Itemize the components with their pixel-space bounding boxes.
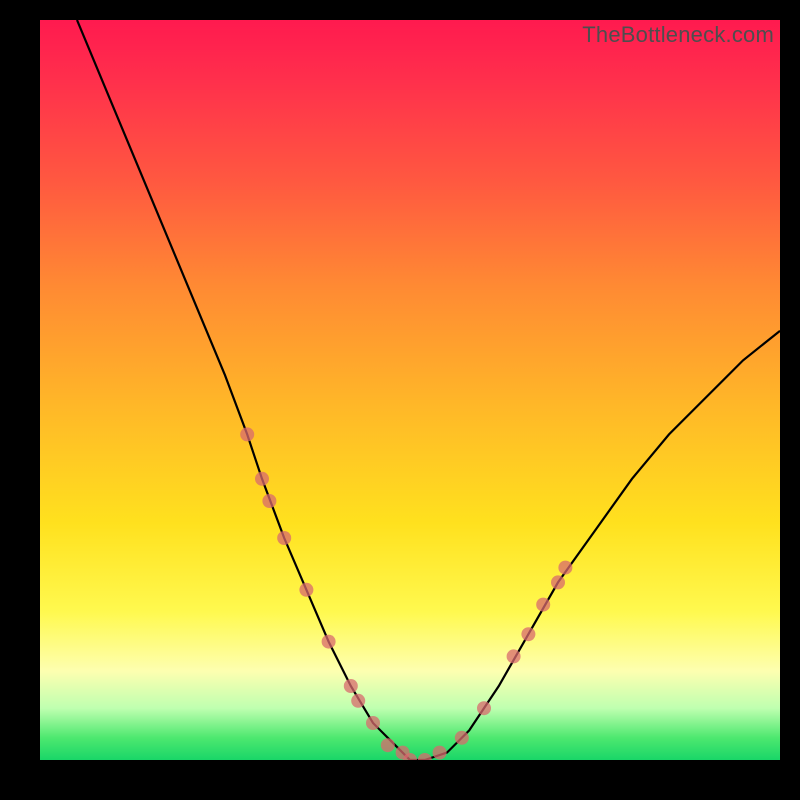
data-marker xyxy=(455,731,469,745)
curve-path xyxy=(77,20,780,760)
data-marker xyxy=(322,635,336,649)
data-marker xyxy=(381,738,395,752)
data-marker xyxy=(240,427,254,441)
data-marker xyxy=(299,583,313,597)
chart-frame: TheBottleneck.com xyxy=(0,0,800,800)
data-marker xyxy=(418,753,432,760)
data-marker xyxy=(277,531,291,545)
data-marker xyxy=(433,746,447,760)
marker-group xyxy=(240,427,572,760)
data-marker xyxy=(366,716,380,730)
data-marker xyxy=(536,598,550,612)
bottleneck-curve xyxy=(40,20,780,760)
data-marker xyxy=(507,649,521,663)
data-marker xyxy=(477,701,491,715)
data-marker xyxy=(255,472,269,486)
data-marker xyxy=(262,494,276,508)
data-marker xyxy=(351,694,365,708)
data-marker xyxy=(344,679,358,693)
data-marker xyxy=(551,575,565,589)
data-marker xyxy=(521,627,535,641)
data-marker xyxy=(558,561,572,575)
plot-area: TheBottleneck.com xyxy=(40,20,780,760)
